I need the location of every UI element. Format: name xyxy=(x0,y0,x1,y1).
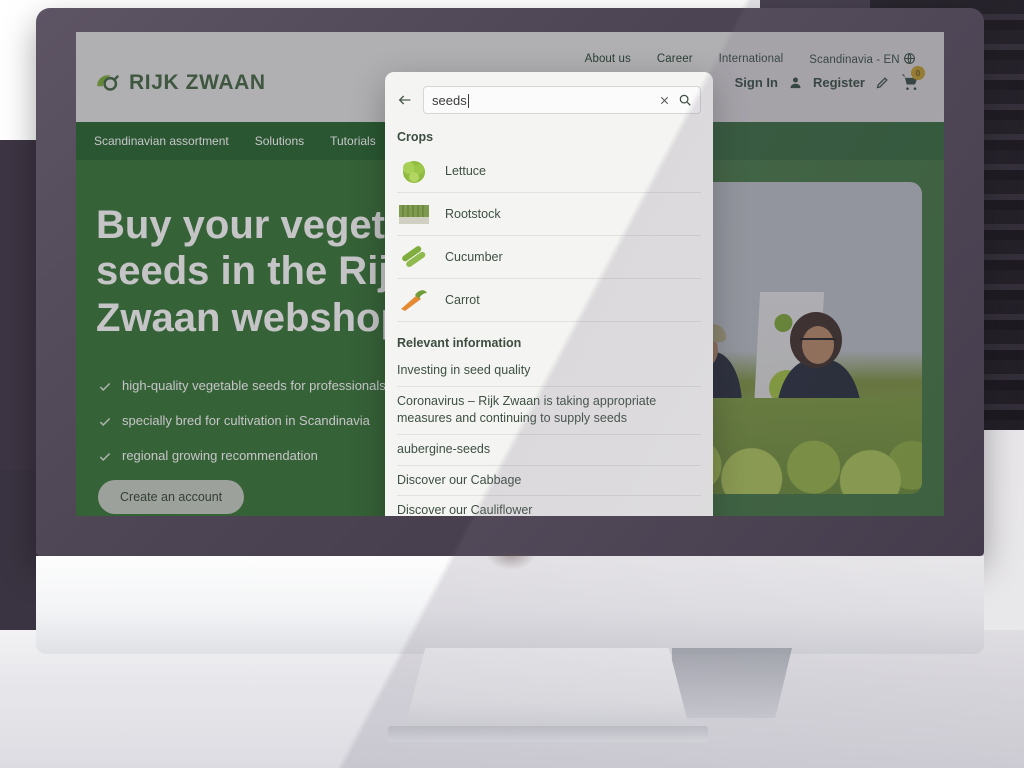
list-item[interactable]: Discover our Cabbage xyxy=(397,466,701,497)
monitor-chin xyxy=(36,556,984,654)
list-item[interactable]: Discover our Cauliflower xyxy=(397,496,701,516)
monitor-screen: About us Career International Scandinavi… xyxy=(76,32,944,516)
crop-name: Cucumber xyxy=(445,250,503,264)
search-results: Crops Lettuce Rootstock Cucumber Carrot … xyxy=(385,124,713,516)
monitor-bezel: About us Career International Scandinavi… xyxy=(36,8,984,556)
search-input[interactable]: seeds xyxy=(423,86,701,114)
monitor-stand-base xyxy=(388,726,708,742)
search-overlay-panel: seeds Crops Lettuce Rootstock Cucumber C… xyxy=(385,72,713,516)
monitor: About us Career International Scandinavi… xyxy=(36,8,984,742)
crop-name: Carrot xyxy=(445,293,480,307)
carrot-thumb xyxy=(401,290,427,311)
rootstock-thumb xyxy=(399,205,429,224)
close-icon[interactable] xyxy=(659,95,670,106)
search-input-value: seeds xyxy=(432,92,467,108)
crops-section-title: Crops xyxy=(397,130,434,144)
list-item[interactable]: Lettuce xyxy=(397,150,701,193)
text-caret xyxy=(467,93,469,108)
monitor-reflection xyxy=(486,554,536,570)
back-arrow-icon[interactable] xyxy=(397,92,413,108)
list-item[interactable]: Cucumber xyxy=(397,236,701,279)
cucumber-thumb xyxy=(402,246,426,268)
list-item[interactable]: Investing in seed quality xyxy=(397,356,701,387)
search-bar: seeds xyxy=(385,72,713,124)
list-item[interactable]: Carrot xyxy=(397,279,701,322)
list-item[interactable]: Coronavirus – Rijk Zwaan is taking appro… xyxy=(397,387,701,435)
info-section-title: Relevant information xyxy=(397,336,522,350)
crop-name: Lettuce xyxy=(445,164,487,178)
list-item[interactable]: aubergine-seeds xyxy=(397,435,701,466)
website: About us Career International Scandinavi… xyxy=(76,32,944,516)
monitor-stand xyxy=(402,648,692,738)
list-item[interactable]: Rootstock xyxy=(397,193,701,236)
crop-name: Rootstock xyxy=(445,207,501,221)
lettuce-thumb xyxy=(403,161,425,183)
monitor-stand-shade xyxy=(672,648,792,718)
search-icon[interactable] xyxy=(678,93,692,107)
